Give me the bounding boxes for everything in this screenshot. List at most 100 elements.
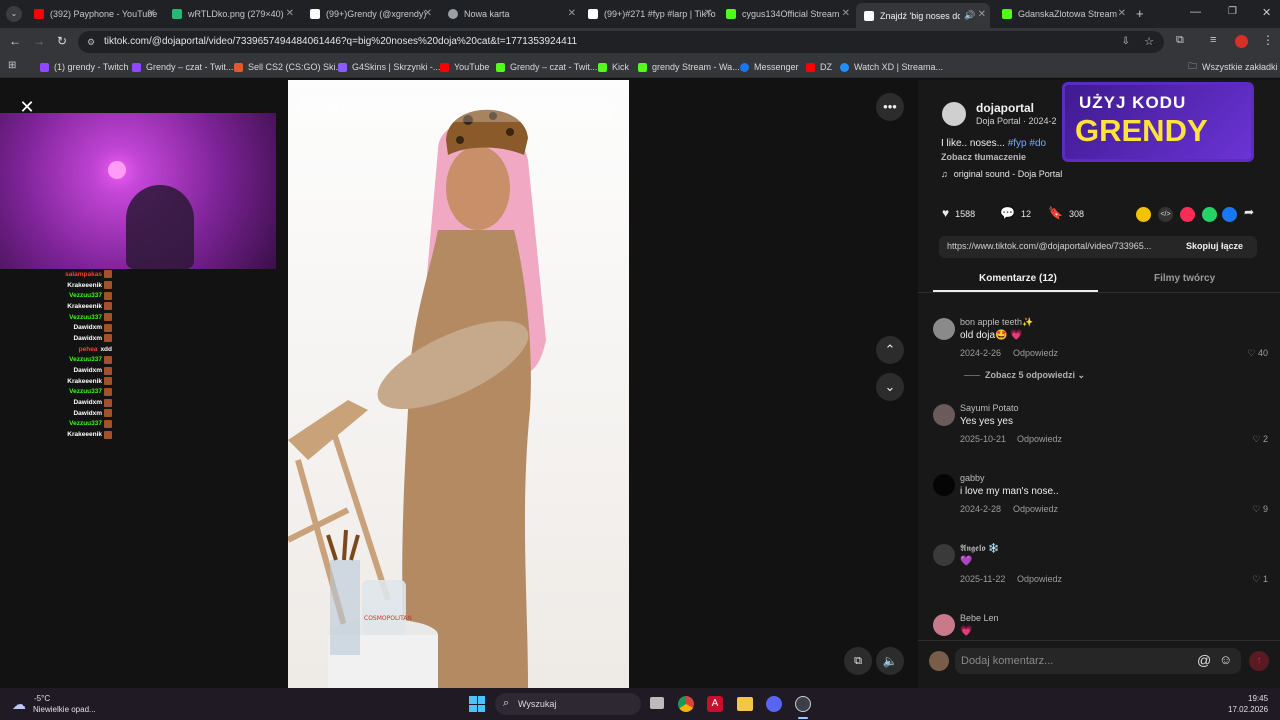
comment-like-button[interactable]: ♡ 9 bbox=[1252, 504, 1268, 515]
comment-author[interactable]: Sayumi Potato bbox=[960, 403, 1019, 413]
bookmark-item[interactable]: Grendy – czat - Twit... bbox=[496, 60, 597, 74]
clock-time[interactable]: 19:45 bbox=[1248, 694, 1268, 703]
tab-tiktok-search[interactable]: Znajdź 'big noses doja'🔊✕ bbox=[856, 3, 990, 28]
comment-avatar[interactable] bbox=[933, 544, 955, 566]
author-username[interactable]: dojaportal bbox=[976, 101, 1034, 115]
bookmark-item[interactable]: G4Skins | Skrzynki -... bbox=[338, 60, 440, 74]
discord-icon[interactable] bbox=[766, 696, 782, 712]
extensions-icon[interactable]: ⧉ bbox=[1176, 34, 1184, 47]
site-info-icon[interactable]: ⚙ bbox=[87, 31, 95, 53]
forward-icon[interactable]: → bbox=[33, 34, 45, 48]
video-player[interactable]: COSMOPOLITAN Znajdź powiązane treści ⌕ bbox=[288, 80, 629, 688]
bookmark-item[interactable]: Watch XD | Streama... bbox=[840, 60, 943, 74]
close-tab-icon[interactable]: ✕ bbox=[978, 9, 986, 20]
close-tab-icon[interactable]: ✕ bbox=[286, 8, 294, 19]
volume-icon[interactable]: 🔈 bbox=[876, 647, 904, 675]
bookmark-item[interactable]: Grendy – czat - Twit... bbox=[132, 60, 233, 74]
comment-like-button[interactable]: ♡ 2 bbox=[1252, 434, 1268, 445]
related-search-input[interactable]: Znajdź powiązane treści ⌕ bbox=[296, 96, 616, 122]
comment-author[interactable]: Bebe Len bbox=[960, 613, 999, 623]
tab-creator-videos[interactable]: Filmy twórcy bbox=[1154, 273, 1215, 284]
weather-icon[interactable]: ☁ bbox=[12, 696, 26, 713]
picture-in-picture-icon[interactable]: ⧉ bbox=[844, 647, 872, 675]
comment-avatar[interactable] bbox=[933, 404, 955, 426]
clock-date[interactable]: 17.02.2026 bbox=[1228, 705, 1268, 714]
chrome-icon[interactable] bbox=[678, 696, 694, 712]
new-tab-icon[interactable]: + bbox=[1136, 6, 1144, 21]
minimize-icon[interactable]: — bbox=[1190, 6, 1201, 18]
bookmark-star-icon[interactable]: ☆ bbox=[1144, 31, 1154, 53]
reload-icon[interactable]: ↻ bbox=[57, 34, 67, 48]
comment-author[interactable]: bon apple teeth✨ bbox=[960, 317, 1033, 328]
bookmark-item[interactable]: Sell CS2 (CS:GO) Ski... bbox=[234, 60, 343, 74]
close-window-icon[interactable]: ✕ bbox=[1262, 6, 1271, 19]
bookmark-item[interactable]: DZ bbox=[806, 60, 832, 74]
close-tab-icon[interactable]: ✕ bbox=[842, 8, 850, 19]
tab-youtube[interactable]: (392) Payphone - YouTube ✕ bbox=[28, 4, 160, 24]
tab-search-icon[interactable]: ⌄ bbox=[6, 6, 22, 22]
app-red-icon[interactable]: A bbox=[707, 696, 723, 712]
reply-button[interactable]: Odpowiedz bbox=[1013, 348, 1058, 358]
comment-avatar[interactable] bbox=[933, 318, 955, 340]
windows-start-icon[interactable] bbox=[469, 696, 485, 712]
hashtags[interactable]: #fyp #do bbox=[1008, 138, 1046, 149]
bookmark-item[interactable]: Kick bbox=[598, 60, 629, 74]
send-icon[interactable] bbox=[1180, 207, 1195, 222]
bookmark-item[interactable]: grendy Stream - Wa... bbox=[638, 60, 740, 74]
close-tab-icon[interactable]: ✕ bbox=[424, 8, 432, 19]
next-video-icon[interactable]: ⌄ bbox=[876, 373, 904, 401]
reply-button[interactable]: Odpowiedz bbox=[1017, 434, 1062, 444]
embed-icon[interactable]: </> bbox=[1158, 207, 1173, 222]
facebook-icon[interactable] bbox=[1222, 207, 1237, 222]
bookmark-item[interactable]: Messenger bbox=[740, 60, 799, 74]
author-avatar[interactable] bbox=[942, 102, 966, 126]
close-video-icon[interactable]: ✕ bbox=[14, 94, 40, 120]
tab-tiktok-grendy[interactable]: (99+)Grendy (@xgrendy) ✕ bbox=[304, 4, 436, 24]
speaker-icon[interactable]: 🔊 bbox=[964, 10, 975, 21]
search-icon[interactable]: ⌕ bbox=[600, 96, 606, 122]
apps-icon[interactable]: ⊞ bbox=[8, 60, 16, 71]
whatsapp-icon[interactable] bbox=[1202, 207, 1217, 222]
share-arrow-icon[interactable]: ➦ bbox=[1244, 205, 1254, 219]
like-button[interactable]: ♥ 1588 bbox=[942, 206, 975, 220]
tab-comments[interactable]: Komentarze (12) bbox=[979, 273, 1057, 284]
emoji-icon[interactable]: ☺ bbox=[1219, 652, 1232, 667]
previous-video-icon[interactable]: ⌃ bbox=[876, 336, 904, 364]
comment-avatar[interactable] bbox=[933, 614, 955, 636]
restore-icon[interactable]: ❐ bbox=[1228, 6, 1237, 17]
translate-link[interactable]: Zobacz tłumaczenie bbox=[941, 152, 1026, 162]
view-replies-button[interactable]: Zobacz 5 odpowiedzi ⌄ bbox=[964, 370, 1085, 381]
sound-link[interactable]: ♫ original sound - Doja Portal bbox=[941, 169, 1062, 179]
save-button[interactable]: 🔖 308 bbox=[1048, 206, 1084, 220]
reply-button[interactable]: Odpowiedz bbox=[1017, 574, 1062, 584]
close-tab-icon[interactable]: ✕ bbox=[1118, 8, 1126, 19]
taskbar-search[interactable]: ⌕ Wyszukaj bbox=[495, 693, 641, 715]
comment-button[interactable]: 💬 12 bbox=[1000, 206, 1031, 220]
copy-link-button[interactable]: Skopiuj łącze bbox=[1186, 241, 1243, 251]
comment-author[interactable]: gabby bbox=[960, 473, 985, 483]
close-tab-icon[interactable]: ✕ bbox=[148, 8, 156, 19]
steam-icon[interactable] bbox=[795, 696, 811, 712]
close-tab-icon[interactable]: ✕ bbox=[568, 8, 576, 19]
tab-tiktok-larp[interactable]: (99+)#271 #fyp #larp | TikTok ✕ bbox=[582, 4, 716, 24]
mention-icon[interactable]: @ bbox=[1197, 652, 1211, 668]
close-tab-icon[interactable]: ✕ bbox=[704, 8, 712, 19]
install-icon[interactable]: ⇩ bbox=[1122, 31, 1130, 53]
tab-image[interactable]: wRTLDko.png (279×40) ✕ bbox=[166, 4, 298, 24]
profile-avatar[interactable] bbox=[1235, 35, 1248, 48]
comment-like-button[interactable]: ♡ 1 bbox=[1252, 574, 1268, 585]
comment-avatar[interactable] bbox=[933, 474, 955, 496]
share-link-url[interactable]: https://www.tiktok.com/@dojaportal/video… bbox=[947, 241, 1151, 251]
back-icon[interactable]: ← bbox=[9, 34, 21, 48]
comment-author[interactable]: 𝕬𝖓𝖌𝖊𝖑𝖔 ❄️ bbox=[960, 543, 999, 554]
tab-new[interactable]: Nowa karta ✕ bbox=[442, 4, 580, 24]
share-coin-icon[interactable] bbox=[1136, 207, 1151, 222]
more-options-icon[interactable]: ••• bbox=[876, 93, 904, 121]
tab-kick-gdanska[interactable]: GdanskaZlotowa Stream ✕ bbox=[996, 4, 1130, 24]
bookmark-item[interactable]: (1) grendy - Twitch bbox=[40, 60, 128, 74]
tab-kick-cygus[interactable]: cygus134Official Stream ✕ bbox=[720, 4, 854, 24]
file-explorer-icon[interactable] bbox=[737, 697, 753, 711]
menu-icon[interactable]: ⋮ bbox=[1262, 33, 1274, 47]
task-view-icon[interactable] bbox=[650, 697, 664, 709]
reply-button[interactable]: Odpowiedz bbox=[1013, 504, 1058, 514]
